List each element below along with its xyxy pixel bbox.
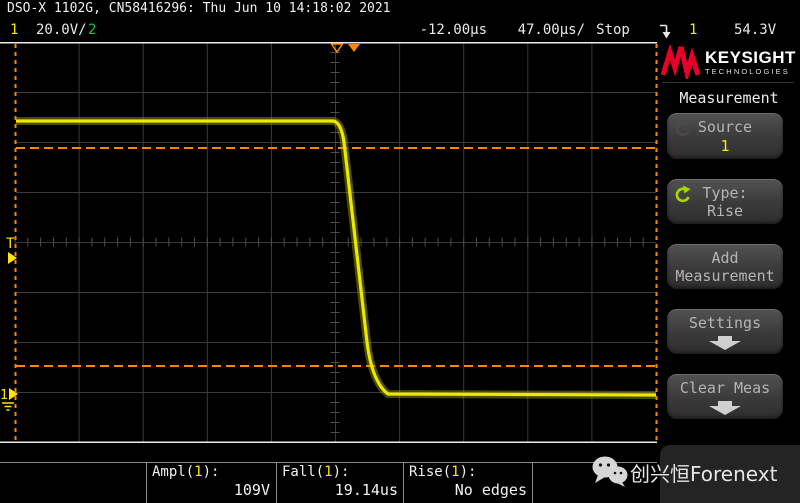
clear-meas-button-label: Clear Meas	[679, 379, 771, 397]
meas-fall-label: Fall(1):	[282, 464, 350, 480]
add-measurement-line2: Measurement	[675, 267, 775, 285]
meas-fall-value: 19.14us	[334, 481, 398, 499]
measurement-bar-border	[0, 462, 657, 463]
ch1-ground-label: 1	[0, 388, 8, 403]
keysight-spark-icon	[661, 45, 701, 79]
run-state: Stop	[596, 22, 630, 38]
settings-button-label: Settings	[688, 314, 762, 332]
divider	[276, 462, 277, 503]
ground-symbol-icon	[2, 402, 14, 411]
oscilloscope-screen: DSO-X 1102G, CN58416296: Thu Jun 10 14:1…	[0, 0, 800, 503]
softkey-sidebar: KEYSIGHT TECHNOLOGIES Measurement Source…	[658, 42, 800, 445]
brand-logo: KEYSIGHT TECHNOLOGIES	[661, 45, 796, 79]
trigger-source: 1	[689, 22, 698, 38]
ch1-ground-arrow-icon	[9, 388, 18, 400]
source-button[interactable]: Source 1	[667, 113, 783, 159]
ch2-label[interactable]: 2	[88, 22, 96, 38]
brand-name: KEYSIGHT	[705, 47, 796, 67]
trigger-level-readout: 54.3V	[734, 22, 777, 38]
type-button-label: Type:	[702, 184, 748, 202]
trigger-level-marker-label: T	[6, 236, 15, 252]
time-reference-marker[interactable]	[330, 43, 344, 54]
scope-graticule: T 1	[0, 42, 658, 443]
settings-button[interactable]: Settings	[667, 309, 783, 354]
trigger-position-marker[interactable]	[348, 44, 360, 52]
down-arrow-icon	[709, 401, 741, 415]
wechat-icon	[592, 456, 628, 487]
source-button-label: Source	[697, 118, 753, 136]
meas-ampl-value: 109V	[233, 481, 270, 499]
ch1-label[interactable]: 1	[10, 22, 18, 38]
delay-readout: -12.00µs	[419, 22, 487, 38]
timebase-readout: 47.00µs/	[517, 22, 585, 38]
meas-rise-value: No edges	[454, 481, 527, 499]
type-button[interactable]: Type: Rise	[667, 179, 783, 224]
menu-title: Measurement	[679, 89, 779, 107]
source-button-value: 1	[720, 137, 730, 155]
divider	[403, 462, 404, 503]
watermark-text: 创兴恒Forenext	[630, 462, 778, 486]
divider	[532, 462, 533, 503]
type-button-value: Rise	[706, 202, 744, 220]
ch1-scale[interactable]: 20.0V/	[36, 22, 87, 38]
meas-ampl-label: Ampl(1):	[152, 464, 220, 480]
add-measurement-button[interactable]: Add Measurement	[667, 244, 783, 289]
falling-edge-trigger-icon	[660, 24, 671, 39]
device-title: DSO-X 1102G, CN58416296: Thu Jun 10 14:1…	[7, 1, 391, 16]
add-measurement-line1: Add	[711, 249, 739, 267]
meas-rise-label: Rise(1):	[409, 464, 477, 480]
down-arrow-icon	[709, 336, 741, 350]
brand-subtitle: TECHNOLOGIES	[705, 66, 790, 76]
clear-meas-button[interactable]: Clear Meas	[667, 374, 783, 419]
divider	[662, 82, 794, 83]
